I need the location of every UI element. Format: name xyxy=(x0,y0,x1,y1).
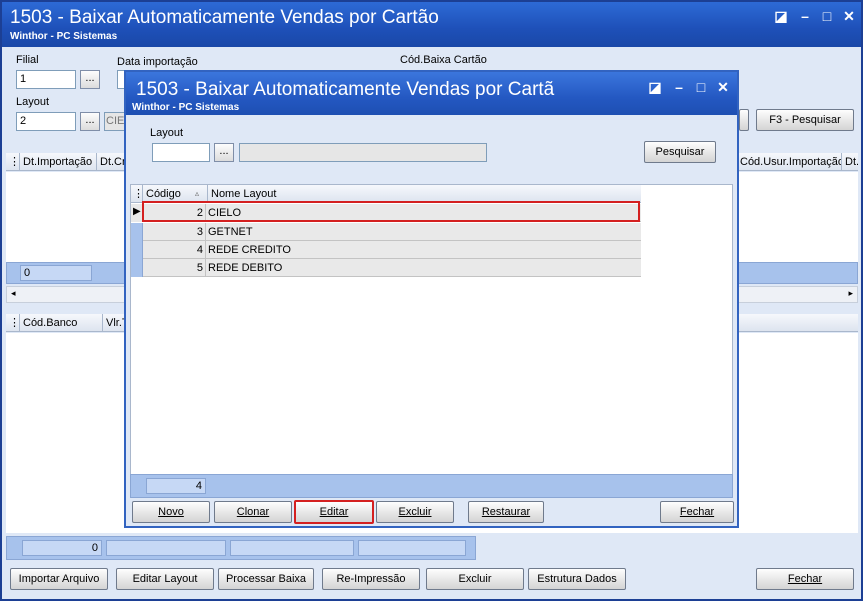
row-indicator xyxy=(131,259,143,277)
editar-button[interactable]: Editar xyxy=(294,500,374,524)
layout-grid-footer xyxy=(130,474,733,498)
restaurar-label: Restaurar xyxy=(481,506,531,518)
hidden-button[interactable] xyxy=(739,109,749,131)
grid2-options-icon[interactable]: ⋮ xyxy=(6,314,20,332)
dialog-fechar-label: Fechar xyxy=(679,506,715,518)
layout-row[interactable]: 5 REDE DEBITO xyxy=(131,259,641,277)
close-icon[interactable]: ✕ xyxy=(840,7,858,25)
col-codigo-label: Código xyxy=(146,188,181,200)
editar-label: Editar xyxy=(319,506,349,518)
row-code: 5 xyxy=(143,259,206,277)
filial-search-button[interactable]: ... xyxy=(80,70,100,89)
reimpressao-button[interactable]: Re-Impressão xyxy=(322,568,420,590)
data-importacao-label: Data importação xyxy=(117,56,198,68)
maximize-icon[interactable]: □ xyxy=(818,7,836,25)
scroll-left-icon[interactable]: ◂ xyxy=(11,288,16,299)
grid1-col-dt-cri[interactable]: Dt.Cri xyxy=(97,153,127,171)
dialog-minimize-icon[interactable]: – xyxy=(670,78,688,96)
grid2-total: 0 xyxy=(22,540,102,556)
dialog-pesquisar-button[interactable]: Pesquisar xyxy=(644,141,716,163)
layout-row[interactable]: 3 GETNET xyxy=(131,223,641,241)
dialog-layout-label: Layout xyxy=(150,127,184,139)
restore-icon[interactable]: ◪ xyxy=(772,7,790,25)
dialog-titlebar[interactable]: 1503 - Baixar Automaticamente Vendas por… xyxy=(126,72,737,115)
layout-input[interactable]: 2 xyxy=(16,112,76,131)
fechar-button-label: Fechar xyxy=(787,573,823,585)
grid1-col-cod-usur[interactable]: Cód.Usur.Importação xyxy=(736,153,842,171)
selected-row-highlight xyxy=(142,201,640,222)
dialog-title: 1503 - Baixar Automaticamente Vendas por… xyxy=(136,79,555,100)
excluir-layout-button[interactable]: Excluir xyxy=(376,501,454,523)
main-title: 1503 - Baixar Automaticamente Vendas por… xyxy=(10,7,439,28)
row-name: REDE CREDITO xyxy=(208,244,291,256)
grid2-col-cod-banco[interactable]: Cód.Banco xyxy=(20,314,103,332)
main-subtitle: Winthor - PC Sistemas xyxy=(10,31,118,42)
filial-input[interactable]: 1 xyxy=(16,70,76,89)
row-indicator xyxy=(131,241,143,259)
novo-label: Novo xyxy=(158,506,184,518)
grid2-total-4 xyxy=(358,540,466,556)
dialog-maximize-icon[interactable]: □ xyxy=(692,78,710,96)
grid1-options-icon[interactable]: ⋮ xyxy=(6,153,20,171)
dialog-layout-search-button[interactable]: ... xyxy=(214,143,234,162)
row-name: GETNET xyxy=(208,226,253,238)
excluir-label: Excluir xyxy=(398,506,432,518)
cod-baixa-label: Cód.Baixa Cartão xyxy=(400,54,487,66)
restaurar-button[interactable]: Restaurar xyxy=(468,501,544,523)
layout-label: Layout xyxy=(16,96,50,108)
processar-baixa-button[interactable]: Processar Baixa xyxy=(218,568,314,590)
estrutura-dados-button[interactable]: Estrutura Dados xyxy=(528,568,626,590)
row-code: 3 xyxy=(143,223,206,241)
layout-row-count: 4 xyxy=(146,478,206,494)
f3-pesquisar-button[interactable]: F3 - Pesquisar xyxy=(756,109,854,131)
dialog-restore-icon[interactable]: ◪ xyxy=(646,78,664,96)
fechar-button[interactable]: Fechar xyxy=(756,568,854,590)
dialog-close-icon[interactable]: ✕ xyxy=(714,78,732,96)
grid2-total-2 xyxy=(106,540,226,556)
grid1-col-dt-importacao[interactable]: Dt.Importação xyxy=(20,153,97,171)
scroll-right-icon[interactable]: ▸ xyxy=(848,288,853,299)
grid1-col-dt[interactable]: Dt. xyxy=(842,153,858,171)
main-titlebar[interactable]: 1503 - Baixar Automaticamente Vendas por… xyxy=(2,2,861,47)
layout-dialog: 1503 - Baixar Automaticamente Vendas por… xyxy=(124,70,739,528)
row-code: 4 xyxy=(143,241,206,259)
row-indicator xyxy=(131,223,143,241)
filial-label: Filial xyxy=(16,54,39,66)
clonar-label: Clonar xyxy=(236,506,270,518)
layout-search-button[interactable]: ... xyxy=(80,112,100,131)
editar-layout-button[interactable]: Editar Layout xyxy=(116,568,214,590)
excluir-button[interactable]: Excluir xyxy=(426,568,524,590)
grid1-count: 0 xyxy=(20,265,92,281)
dialog-layout-input[interactable] xyxy=(152,143,210,162)
minimize-icon[interactable]: – xyxy=(796,7,814,25)
dialog-fechar-button[interactable]: Fechar xyxy=(660,501,734,523)
layout-grid: ⋮ Código ▵ Nome Layout ▶ 2 CIELO 3 GETNET… xyxy=(130,184,733,478)
importar-arquivo-button[interactable]: Importar Arquivo xyxy=(10,568,108,590)
novo-button[interactable]: Novo xyxy=(132,501,210,523)
grid2-total-3 xyxy=(230,540,354,556)
current-row-icon: ▶ xyxy=(133,206,141,217)
dialog-subtitle: Winthor - PC Sistemas xyxy=(132,102,240,113)
dialog-layout-description xyxy=(239,143,487,162)
row-name: REDE DEBITO xyxy=(208,262,283,274)
clonar-button[interactable]: Clonar xyxy=(214,501,292,523)
layout-row[interactable]: 4 REDE CREDITO xyxy=(131,241,641,259)
